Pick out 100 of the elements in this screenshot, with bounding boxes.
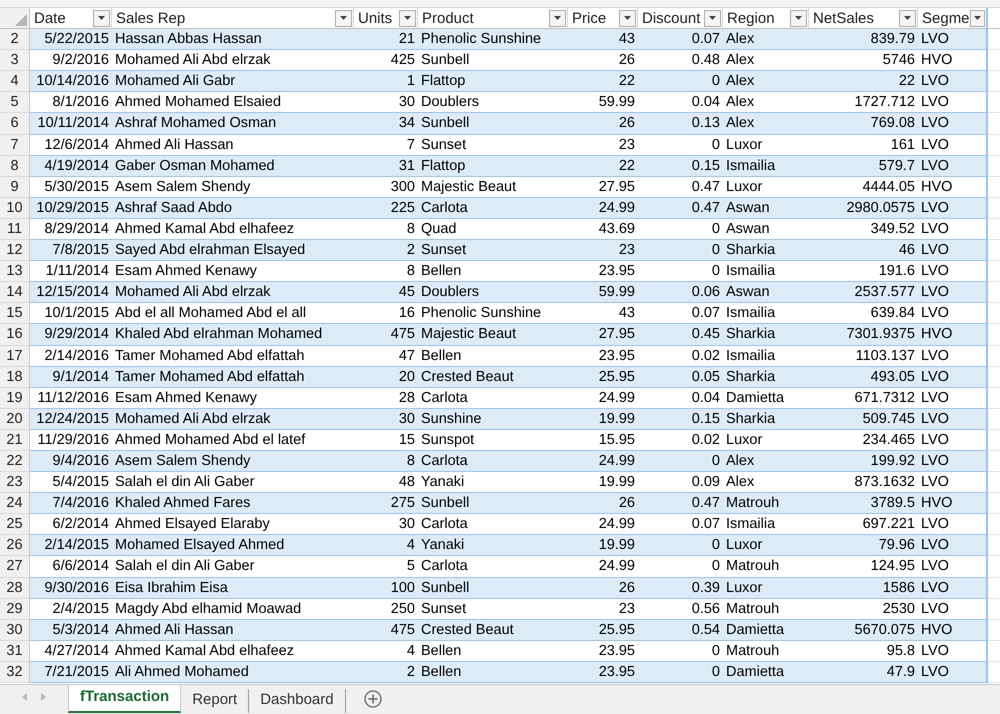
table-cell: 275: [354, 493, 418, 514]
filter-dropdown-button[interactable]: [549, 10, 566, 27]
row-number[interactable]: 9: [0, 176, 30, 198]
table-cell: Alex: [723, 71, 809, 92]
table-cell: 26: [568, 113, 638, 135]
row-number[interactable]: 27: [0, 556, 30, 578]
table-cell: 46: [809, 240, 918, 262]
row-number[interactable]: 23: [0, 472, 30, 494]
row-number[interactable]: 14: [0, 282, 30, 304]
row-number[interactable]: 26: [0, 535, 30, 556]
row-number[interactable]: 24: [0, 493, 30, 514]
row-number[interactable]: 10: [0, 198, 30, 219]
table-cell: 43: [568, 29, 638, 50]
filter-dropdown-button[interactable]: [704, 10, 721, 27]
table-cell: Ashraf Saad Abdo: [112, 198, 354, 219]
table-cell: 0.05: [638, 366, 723, 388]
table-cell: Ashraf Mohamed Osman: [112, 113, 354, 135]
row-number[interactable]: 12: [0, 240, 30, 262]
sheet-tab[interactable]: Report: [181, 689, 250, 713]
column-header[interactable]: Segme: [918, 8, 988, 30]
row-number[interactable]: 18: [0, 366, 30, 388]
row-number[interactable]: 5: [0, 92, 30, 114]
table-cell: 7/8/2015: [30, 240, 112, 262]
table-cell: 9/30/2016: [30, 578, 112, 599]
row-number[interactable]: 21: [0, 430, 30, 451]
row-number[interactable]: 16: [0, 324, 30, 346]
table-cell: LVO: [918, 578, 988, 599]
row-number[interactable]: 8: [0, 156, 30, 177]
table-cell: LVO: [918, 408, 988, 430]
table-cell: Sunshine: [418, 408, 568, 430]
filter-dropdown-button[interactable]: [899, 10, 916, 27]
row-number[interactable]: 7: [0, 134, 30, 156]
table-cell: Sunbell: [418, 578, 568, 599]
table-cell: Luxor: [723, 535, 809, 556]
column-header[interactable]: Sales Rep: [112, 8, 354, 30]
row-number[interactable]: 22: [0, 450, 30, 472]
filter-dropdown-button[interactable]: [399, 10, 416, 27]
row-number[interactable]: 29: [0, 598, 30, 620]
filter-dropdown-button[interactable]: [790, 10, 807, 27]
column-header[interactable]: Price: [568, 8, 638, 30]
filter-dropdown-button[interactable]: [970, 10, 985, 27]
row-number[interactable]: 4: [0, 71, 30, 92]
column-title: Region: [727, 10, 775, 27]
table-cell: 2/14/2015: [30, 535, 112, 556]
table-cell: 45: [354, 282, 418, 304]
row-number[interactable]: 30: [0, 620, 30, 641]
row-number[interactable]: 2: [0, 29, 30, 50]
row-number[interactable]: 19: [0, 388, 30, 409]
row-number[interactable]: 31: [0, 640, 30, 662]
column-header[interactable]: Product: [418, 8, 568, 30]
table-cell: Sharkia: [723, 324, 809, 346]
caret-icon: [404, 16, 411, 20]
table-cell: 19.99: [568, 535, 638, 556]
table-cell: 10/29/2015: [30, 198, 112, 219]
column-title: Units: [358, 10, 392, 27]
table-cell: 3789.5: [809, 493, 918, 514]
column-header[interactable]: NetSales: [809, 8, 918, 30]
table-cell: LVO: [918, 662, 988, 683]
table-cell: 25.95: [568, 366, 638, 388]
table-cell: 475: [354, 324, 418, 346]
row-number[interactable]: 25: [0, 514, 30, 536]
table-cell: 22: [568, 71, 638, 92]
row-number[interactable]: 3: [0, 50, 30, 72]
row-number[interactable]: 6: [0, 113, 30, 135]
filter-dropdown-button[interactable]: [335, 10, 352, 27]
table-cell: LVO: [918, 535, 988, 556]
filter-dropdown-button[interactable]: [93, 10, 110, 27]
sheet-tab[interactable]: fTransaction: [68, 685, 182, 713]
row-number[interactable]: 11: [0, 218, 30, 240]
table-cell: Tamer Mohamed Abd elfattah: [112, 366, 354, 388]
row-number[interactable]: 13: [0, 261, 30, 282]
column-header[interactable]: Units: [354, 8, 418, 30]
row-number[interactable]: 28: [0, 578, 30, 599]
table-cell: 0.47: [638, 493, 723, 514]
table-cell: Yanaki: [418, 535, 568, 556]
row-number[interactable]: 32: [0, 662, 30, 683]
row-number[interactable]: 15: [0, 303, 30, 324]
table-cell: Ahmed Ali Hassan: [112, 620, 354, 641]
add-sheet-icon[interactable]: [364, 690, 382, 708]
column-title: NetSales: [813, 10, 874, 27]
table-cell: 475: [354, 620, 418, 641]
filter-dropdown-button[interactable]: [619, 10, 636, 27]
table-cell: 22: [809, 71, 918, 92]
table-cell: HVO: [918, 620, 988, 641]
column-header[interactable]: Date: [30, 8, 112, 30]
table-cell: 8: [354, 450, 418, 472]
table-cell: LVO: [918, 366, 988, 388]
caret-icon: [904, 16, 911, 20]
table-cell: 12/24/2015: [30, 408, 112, 430]
table-cell: Flattop: [418, 156, 568, 177]
row-number[interactable]: 20: [0, 408, 30, 430]
table-cell: 0.15: [638, 156, 723, 177]
table-cell: LVO: [918, 29, 988, 50]
column-header[interactable]: Region: [723, 8, 809, 30]
table-cell: Ali Ahmed Mohamed: [112, 662, 354, 683]
row-number[interactable]: 17: [0, 346, 30, 367]
table-cell: Alex: [723, 113, 809, 135]
sheet-tab[interactable]: Dashboard: [249, 689, 346, 713]
column-header[interactable]: Discount: [638, 8, 723, 30]
table-cell: Luxor: [723, 578, 809, 599]
